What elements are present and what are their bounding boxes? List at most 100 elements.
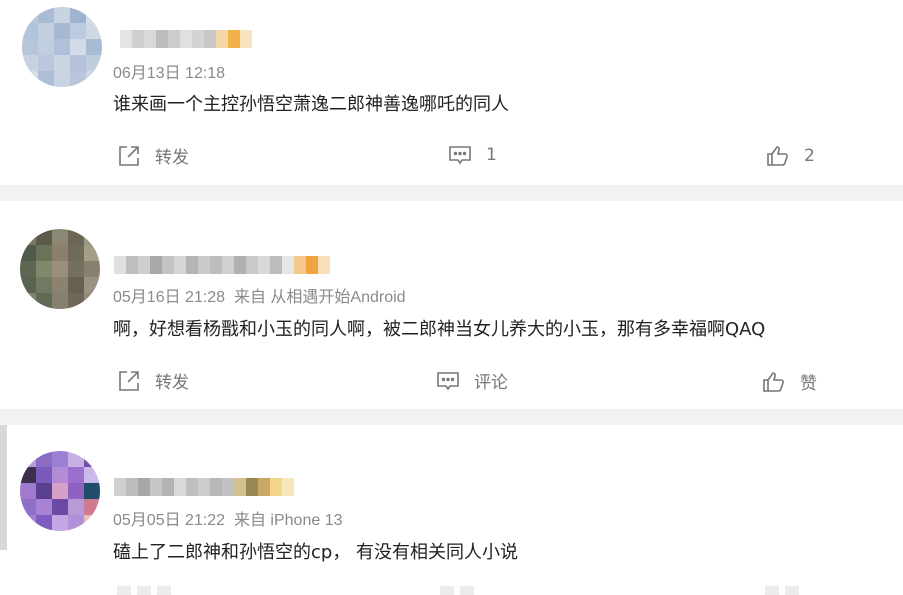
- avatar-pixel: [84, 229, 100, 245]
- comment-icon: [437, 371, 459, 390]
- avatar-pixel: [68, 499, 84, 515]
- username-pixel: [282, 478, 294, 496]
- avatar-pixel: [68, 229, 84, 245]
- username-pixel: [144, 30, 156, 48]
- username-pixel: [126, 256, 138, 274]
- username-pixel: [138, 478, 150, 496]
- avatar-pixel: [84, 467, 100, 483]
- repost-button[interactable]: 转发: [117, 368, 189, 393]
- avatar-pixel: [54, 7, 70, 23]
- username-pixel: [120, 30, 132, 48]
- avatar-pixel: [38, 71, 54, 87]
- avatar-pixel: [36, 277, 52, 293]
- username-pixel: [150, 478, 162, 496]
- avatar[interactable]: [20, 451, 100, 531]
- username-pixel: [234, 256, 246, 274]
- comment-button[interactable]: 1: [448, 143, 497, 167]
- separator: [0, 185, 903, 201]
- comment-card-3: 05月05日 21:22 来自 iPhone 13 磕上了二郎神和孙悟空的cp，…: [0, 425, 903, 595]
- avatar-pixel: [36, 515, 52, 531]
- avatar-pixel: [20, 499, 36, 515]
- avatar-pixel: [84, 261, 100, 277]
- thumbs-up-icon: [763, 371, 784, 392]
- avatar-pixel: [68, 245, 84, 261]
- username-blurred[interactable]: [120, 30, 252, 48]
- post-source: 来自 从相遇开始Android: [233, 289, 406, 306]
- comment-card-1: 06月13日 12:18 谁来画一个主控孙悟空萧逸二郎神善逸哪吒的同人 转发 1…: [0, 0, 903, 185]
- post-time: 05月05日 21:22: [113, 512, 226, 529]
- username-pixel: [198, 478, 210, 496]
- avatar-pixel: [54, 39, 70, 55]
- username-pixel: [222, 256, 234, 274]
- username-pixel: [246, 478, 258, 496]
- comment-button[interactable]: 评论: [436, 368, 508, 393]
- username-pixel: [204, 30, 216, 48]
- avatar-pixel: [52, 229, 68, 245]
- avatar-pixel: [20, 467, 36, 483]
- avatar-pixel: [52, 467, 68, 483]
- username-pixel: [114, 478, 126, 496]
- avatar[interactable]: [22, 7, 102, 87]
- avatar-pixel: [86, 55, 102, 71]
- post-meta: 05月05日 21:22 来自 iPhone 13: [113, 506, 343, 530]
- avatar-pixel: [20, 483, 36, 499]
- avatar-pixel: [36, 229, 52, 245]
- avatar-pixel: [68, 261, 84, 277]
- avatar-pixel: [84, 245, 100, 261]
- like-button[interactable]: 2: [766, 144, 815, 168]
- avatar-pixel: [52, 499, 68, 515]
- avatar-pixel: [22, 39, 38, 55]
- username-pixel: [270, 478, 282, 496]
- thumbs-up-icon: [767, 146, 788, 166]
- avatar-pixel: [36, 483, 52, 499]
- avatar-pixel: [38, 23, 54, 39]
- avatar-pixel: [54, 23, 70, 39]
- comment-card-2: 05月16日 21:28 来自 从相遇开始Android 啊，好想看杨戬和小玉的…: [0, 201, 903, 409]
- username-pixel: [132, 30, 144, 48]
- avatar-pixel: [20, 261, 36, 277]
- username-pixel: [282, 256, 294, 274]
- repost-label: 转发: [155, 148, 189, 168]
- avatar-pixel: [68, 467, 84, 483]
- action-bar-partial: [117, 586, 177, 595]
- avatar-pixel: [70, 39, 86, 55]
- username-pixel: [174, 478, 186, 496]
- avatar-pixel: [84, 293, 100, 309]
- avatar-pixel: [52, 451, 68, 467]
- avatar[interactable]: [20, 229, 100, 309]
- avatar-pixel: [84, 483, 100, 499]
- username-blurred[interactable]: [114, 256, 330, 274]
- avatar-pixel: [36, 451, 52, 467]
- avatar-pixel: [38, 7, 54, 23]
- like-count: 2: [804, 146, 815, 166]
- username-pixel: [174, 256, 186, 274]
- avatar-pixel: [20, 245, 36, 261]
- avatar-pixel: [68, 483, 84, 499]
- avatar-pixel: [20, 515, 36, 531]
- username-pixel: [318, 256, 330, 274]
- username-pixel: [168, 30, 180, 48]
- avatar-pixel: [22, 23, 38, 39]
- username-blurred[interactable]: [114, 478, 294, 496]
- username-pixel: [294, 256, 306, 274]
- avatar-pixel: [54, 55, 70, 71]
- username-pixel: [216, 30, 228, 48]
- post-time: 06月13日 12:18: [113, 65, 226, 82]
- avatar-pixel: [36, 245, 52, 261]
- avatar-pixel: [20, 277, 36, 293]
- avatar-pixel: [52, 277, 68, 293]
- avatar-pixel: [86, 39, 102, 55]
- avatar-pixel: [86, 7, 102, 23]
- post-source: 来自 iPhone 13: [233, 512, 343, 529]
- like-button[interactable]: 赞: [762, 369, 817, 394]
- avatar-pixel: [36, 499, 52, 515]
- repost-button[interactable]: 转发: [117, 143, 189, 168]
- username-pixel: [198, 256, 210, 274]
- username-pixel: [240, 30, 252, 48]
- avatar-pixel: [70, 71, 86, 87]
- action-bar-partial: [440, 586, 480, 595]
- avatar-pixel: [36, 293, 52, 309]
- username-pixel: [258, 256, 270, 274]
- avatar-pixel: [70, 55, 86, 71]
- username-pixel: [186, 256, 198, 274]
